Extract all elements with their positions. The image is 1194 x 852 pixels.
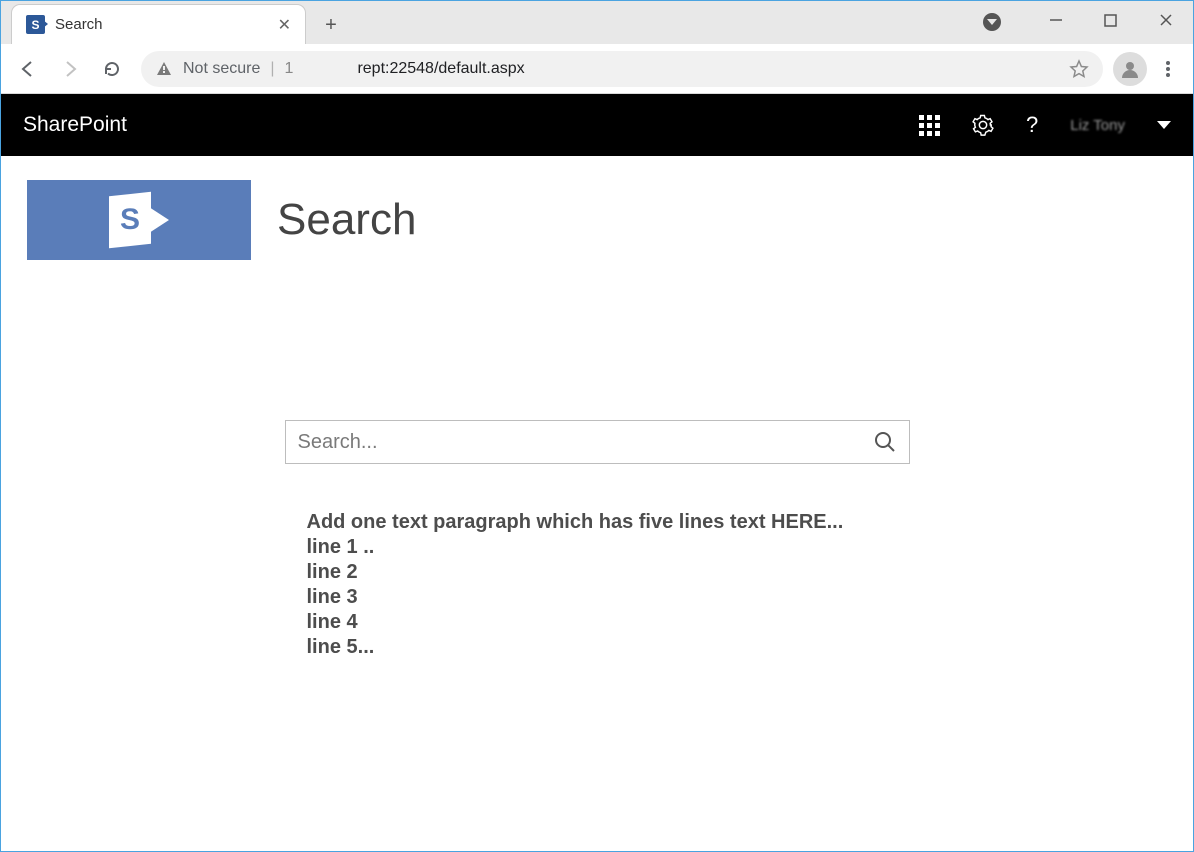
sharepoint-logo-icon: S [109,192,151,248]
user-name-label: Liz Tony [1070,117,1125,134]
search-box[interactable] [285,420,910,464]
extension-badge-icon[interactable] [983,13,1001,31]
browser-menu-icon[interactable] [1151,52,1185,86]
search-icon[interactable] [873,430,897,454]
help-button[interactable]: ? [1026,112,1038,138]
paragraph-line: line 3 [307,585,910,610]
paragraph-line: line 5... [307,635,910,660]
address-bar[interactable]: Not secure | 1 rept:22548/default.aspx [141,51,1103,87]
new-tab-button[interactable]: + [316,10,346,40]
app-launcher-icon[interactable] [919,115,940,136]
security-label: Not secure [183,60,260,78]
page-title: Search [277,195,416,245]
minimize-button[interactable] [1028,1,1083,39]
browser-titlebar: S Search ✕ + [1,1,1193,44]
close-window-button[interactable] [1138,1,1193,39]
browser-tab[interactable]: S Search ✕ [11,4,306,44]
url-display: rept:22548/default.aspx [357,60,524,78]
page-body: S Search Add one text paragraph which ha… [1,156,1193,684]
paragraph-line: line 2 [307,560,910,585]
instruction-paragraph: Add one text paragraph which has five li… [307,510,910,660]
forward-button[interactable] [51,50,89,88]
sharepoint-header: SharePoint ? Liz Tony [1,94,1193,156]
sharepoint-brand[interactable]: SharePoint [23,113,127,137]
not-secure-icon [155,60,173,78]
page-hero: S Search [27,180,1167,260]
tab-title: Search [55,16,276,33]
window-controls [1028,1,1193,39]
site-logo[interactable]: S [27,180,251,260]
paragraph-line: line 4 [307,610,910,635]
paragraph-line: line 1 .. [307,535,910,560]
paragraph-heading: Add one text paragraph which has five li… [307,510,910,535]
maximize-button[interactable] [1083,1,1138,39]
search-input[interactable] [298,431,873,454]
tab-favicon-icon: S [26,15,45,34]
url-prefix: 1 [285,60,294,78]
reload-button[interactable] [93,50,131,88]
bookmark-star-icon[interactable] [1069,59,1089,79]
sharepoint-logo-arrow-icon [149,207,169,233]
back-button[interactable] [9,50,47,88]
close-tab-icon[interactable]: ✕ [276,15,293,35]
separator: | [270,60,274,78]
profile-avatar-icon[interactable] [1113,52,1147,86]
browser-toolbar: Not secure | 1 rept:22548/default.aspx [1,44,1193,94]
user-menu-caret-icon[interactable] [1157,121,1171,129]
settings-gear-icon[interactable] [972,114,994,136]
